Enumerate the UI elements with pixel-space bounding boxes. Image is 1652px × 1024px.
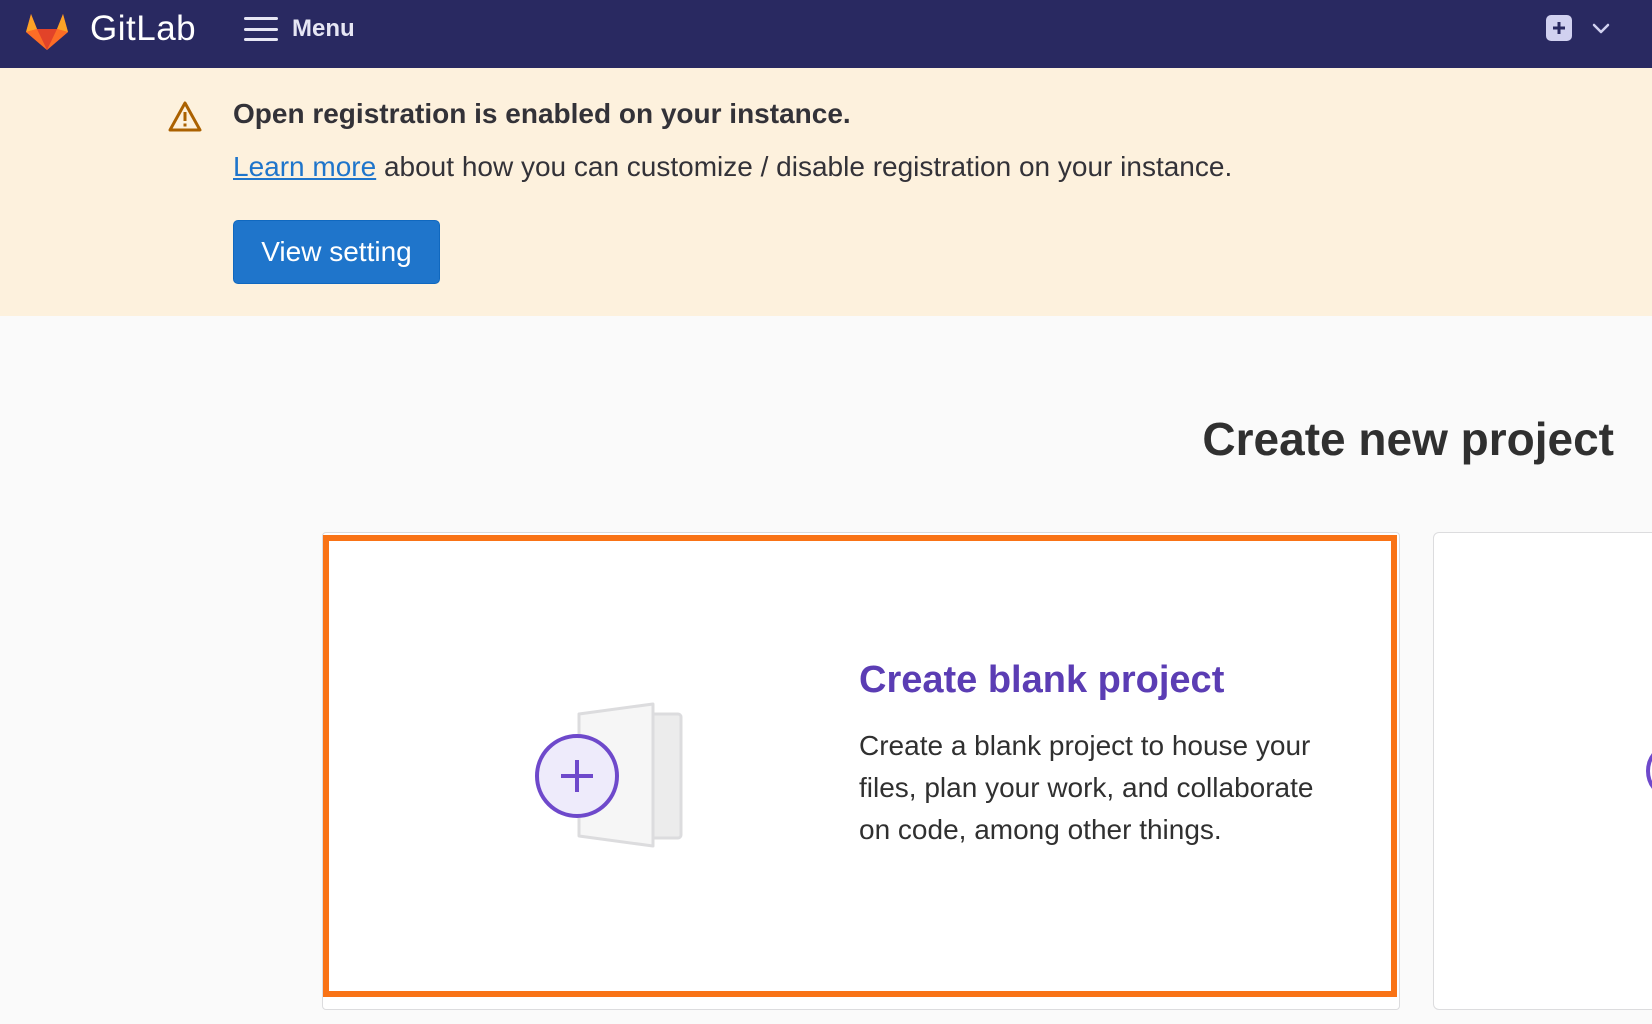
banner-body: Learn more about how you can customize /… bbox=[233, 151, 1232, 183]
view-setting-button[interactable]: View setting bbox=[233, 220, 440, 284]
card-title: Create blank project bbox=[859, 659, 1225, 701]
menu-button[interactable]: Menu bbox=[244, 12, 355, 46]
plus-square-icon bbox=[1546, 15, 1572, 41]
chevron-down-icon bbox=[1592, 23, 1610, 34]
top-navbar: GitLab Menu bbox=[0, 0, 1652, 68]
menu-label: Menu bbox=[292, 15, 355, 42]
learn-more-link[interactable]: Learn more bbox=[233, 151, 376, 182]
brand-home-link[interactable]: GitLab bbox=[22, 4, 196, 54]
hamburger-icon bbox=[244, 17, 278, 41]
brand-name: GitLab bbox=[90, 9, 197, 48]
banner-title: Open registration is enabled on your ins… bbox=[233, 98, 851, 129]
warning-icon bbox=[168, 101, 202, 132]
page-title: Create new project bbox=[1202, 413, 1614, 465]
banner-body-text: about how you can customize / disable re… bbox=[376, 151, 1233, 182]
gitlab-logo-icon bbox=[26, 14, 68, 50]
card-description: Create a blank project to house your fil… bbox=[859, 730, 1314, 845]
new-dropdown-button[interactable] bbox=[1546, 14, 1612, 42]
registration-warning-banner: Open registration is enabled on your ins… bbox=[0, 68, 1652, 316]
next-project-card[interactable] bbox=[1433, 532, 1652, 1010]
create-blank-project-card[interactable]: Create blank project Create a blank proj… bbox=[322, 532, 1400, 1010]
blank-project-illustration-icon bbox=[535, 702, 683, 848]
